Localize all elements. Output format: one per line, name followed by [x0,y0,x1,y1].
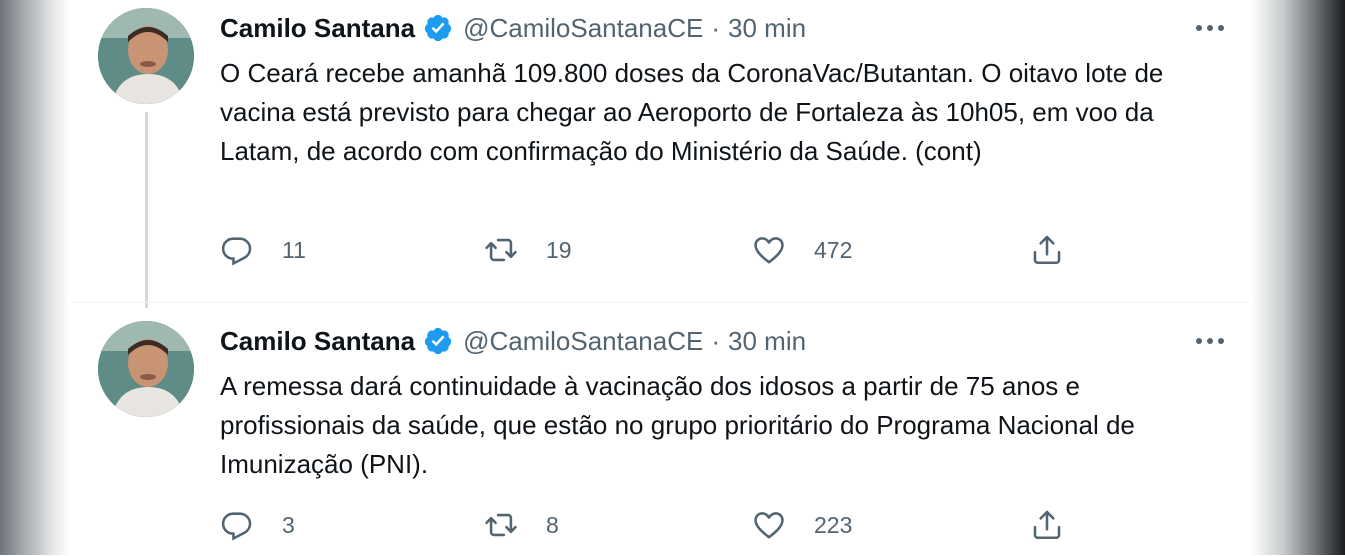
retweet-icon [485,513,517,537]
like-button[interactable]: 223 [752,503,852,547]
meta-separator: · [711,12,721,43]
retweet-count: 8 [546,511,559,538]
reply-icon [221,512,252,541]
author-handle[interactable]: @CamiloSantanaCE [463,13,703,44]
share-button[interactable] [1030,503,1064,547]
tweet-timestamp[interactable]: 30 min [728,13,806,44]
tweet-actions: 3 8 223 [220,503,1100,547]
share-icon [1033,235,1061,265]
author-handle[interactable]: @CamiloSantanaCE [463,326,703,357]
like-count: 472 [814,236,853,263]
meta-separator: · [711,325,721,356]
verified-badge-icon [423,326,453,356]
tweet-thread: Camilo Santana @CamiloSantanaCE · 30 min… [70,0,1250,555]
reply-button[interactable]: 3 [220,503,295,547]
share-icon [1033,510,1061,540]
tweet-actions: 11 19 472 [220,228,1100,272]
heart-icon [754,237,784,264]
reply-button[interactable]: 11 [220,228,306,272]
avatar-photo [98,8,194,104]
reply-count: 11 [282,236,306,263]
retweet-button[interactable]: 8 [484,503,559,547]
retweet-button[interactable]: 19 [484,228,572,272]
avatar[interactable] [98,321,194,417]
tweet-timestamp[interactable]: 30 min [728,326,806,357]
verified-badge-icon [423,13,453,43]
reply-count: 3 [282,511,295,538]
author-name[interactable]: Camilo Santana [220,326,415,357]
avatar[interactable] [98,8,194,104]
reply-icon [221,237,252,266]
tweet-header: Camilo Santana @CamiloSantanaCE · 30 min [220,10,806,46]
retweet-count: 19 [546,236,572,263]
more-options-icon[interactable] [1192,327,1228,355]
more-options-icon[interactable] [1192,14,1228,42]
share-button[interactable] [1030,228,1064,272]
author-name[interactable]: Camilo Santana [220,13,415,44]
left-blur-edge [0,0,70,555]
tweet-text: O Ceará recebe amanhã 109.800 doses da C… [220,58,1164,166]
like-count: 223 [814,511,853,538]
thread-connector-line [145,112,148,308]
right-blur-edge [1250,0,1345,555]
tweet[interactable]: Camilo Santana @CamiloSantanaCE · 30 min… [70,302,1250,556]
avatar-photo [98,321,194,417]
heart-icon [754,512,784,539]
tweet-text: A remessa dará continuidade à vacinação … [220,371,1135,479]
tweet-header: Camilo Santana @CamiloSantanaCE · 30 min [220,323,806,359]
like-button[interactable]: 472 [752,228,852,272]
retweet-icon [485,238,517,262]
tweet[interactable]: Camilo Santana @CamiloSantanaCE · 30 min… [70,0,1250,308]
